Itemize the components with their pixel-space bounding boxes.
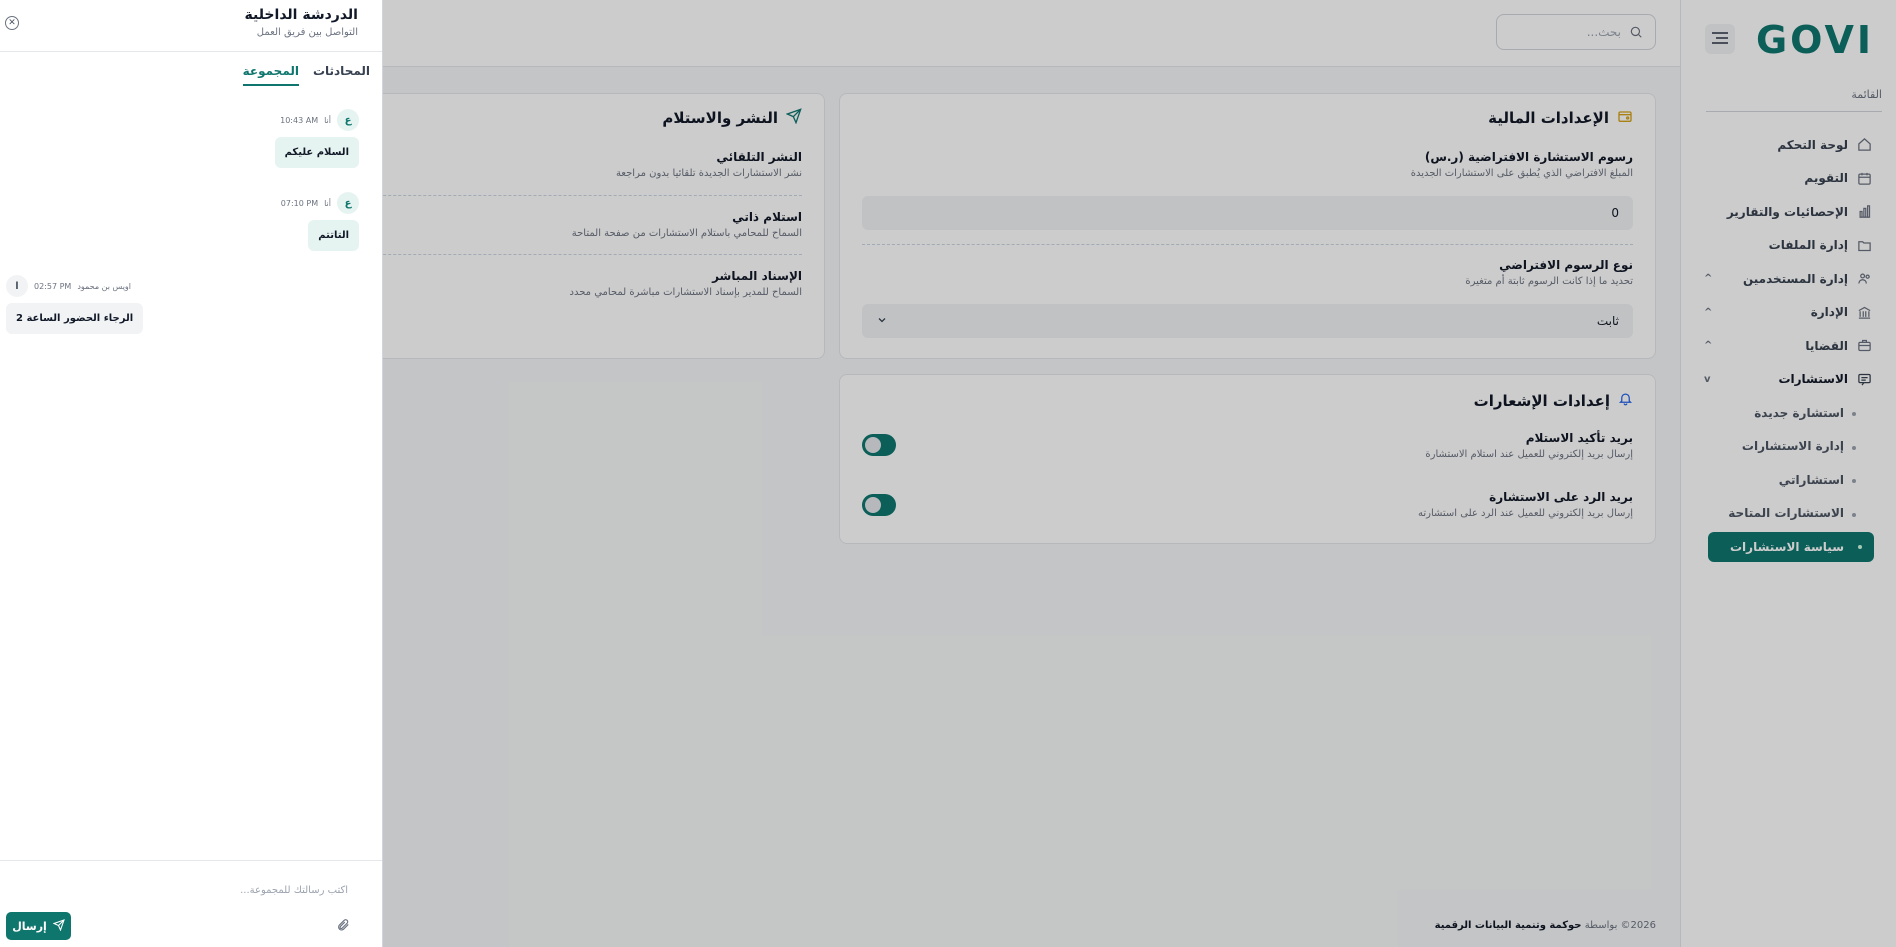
- send-label: إرسال: [12, 919, 47, 933]
- message-meta: ا 02:57 PM اويس بن محمود: [6, 275, 143, 297]
- avatar: ع: [337, 192, 359, 214]
- paperclip-icon[interactable]: [336, 918, 350, 932]
- message-author: اويس بن محمود: [77, 281, 132, 291]
- send-icon: [52, 918, 65, 934]
- message-bubble: التاتتم: [308, 220, 359, 251]
- message-input[interactable]: اكتب رسالتك للمجموعة...: [240, 885, 348, 896]
- chat-drawer: الدردشة الداخلية التواصل بين فريق العمل …: [0, 0, 383, 947]
- chat-subtitle: التواصل بين فريق العمل: [256, 27, 358, 38]
- close-icon: ✕: [8, 18, 16, 28]
- message-composer: اكتب رسالتك للمجموعة... إرسال: [0, 860, 382, 947]
- avatar: ا: [6, 275, 28, 297]
- message-meta: ع أنا 10:43 AM: [275, 109, 359, 131]
- message-meta: ع أنا 07:10 PM: [281, 192, 359, 214]
- chat-title: الدردشة الداخلية: [244, 7, 358, 23]
- avatar: ع: [337, 109, 359, 131]
- chat-message: ا 02:57 PM اويس بن محمود الرجاء الحضور ا…: [6, 275, 144, 334]
- tab-group[interactable]: المجموعة: [242, 64, 299, 86]
- chat-tabs: المحادثات المجموعة: [0, 64, 382, 88]
- message-author: أنا: [324, 198, 331, 208]
- chat-message: ع أنا 10:43 AM السلام عليكم: [274, 109, 359, 168]
- chat-header: الدردشة الداخلية التواصل بين فريق العمل …: [0, 0, 382, 52]
- message-author: أنا: [324, 115, 331, 125]
- message-time: 02:57 PM: [34, 281, 72, 291]
- message-bubble: السلام عليكم: [274, 137, 359, 168]
- tab-conversations[interactable]: المحادثات: [313, 64, 370, 84]
- message-time: 10:43 AM: [280, 115, 319, 125]
- close-button[interactable]: ✕: [5, 16, 19, 30]
- message-time: 07:10 PM: [280, 198, 319, 208]
- chat-message: ع أنا 07:10 PM التاتتم: [281, 192, 359, 251]
- message-bubble: الرجاء الحضور الساعة 2: [6, 303, 144, 334]
- send-button[interactable]: إرسال: [6, 912, 71, 940]
